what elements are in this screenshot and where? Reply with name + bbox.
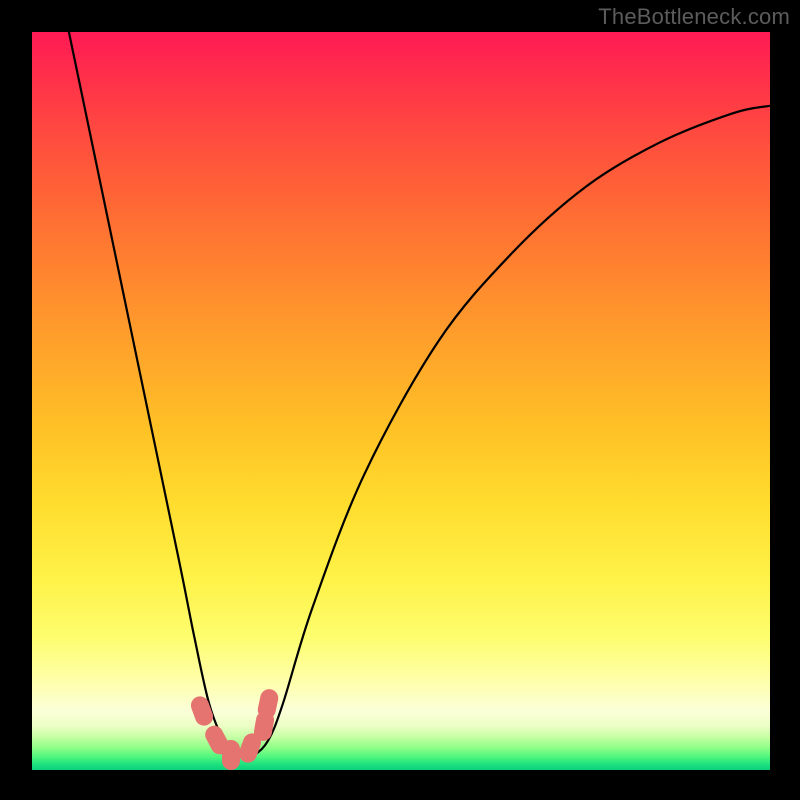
curve-marker	[222, 740, 240, 770]
chart-container: TheBottleneck.com	[0, 0, 800, 800]
plot-area	[32, 32, 770, 770]
bottleneck-curve	[69, 32, 770, 757]
curve-svg	[32, 32, 770, 770]
attribution-text: TheBottleneck.com	[598, 4, 790, 30]
